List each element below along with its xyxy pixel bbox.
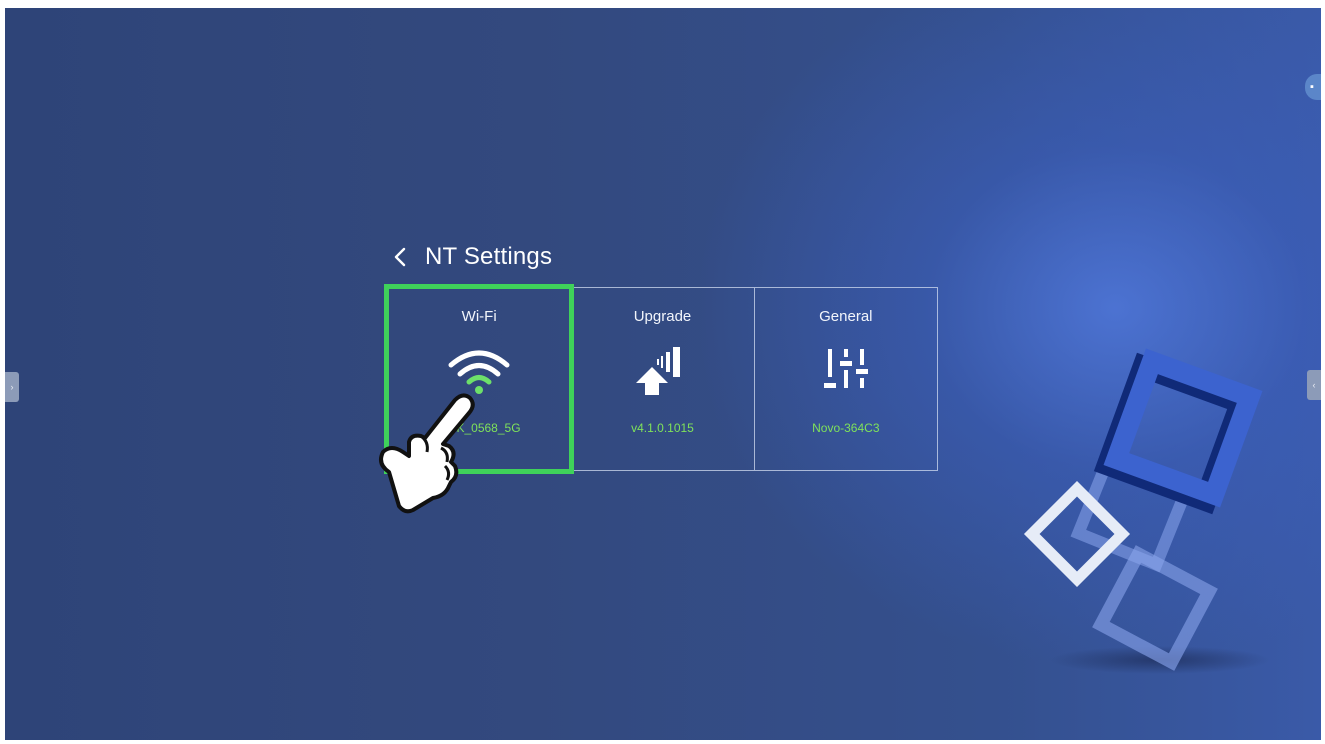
sliders-icon bbox=[814, 343, 878, 399]
tile-general-value: Novo-364C3 bbox=[812, 421, 880, 435]
right-edge-tab[interactable]: ‹ bbox=[1307, 370, 1321, 400]
settings-header: NT Settings bbox=[393, 240, 552, 274]
decorative-cubes bbox=[1023, 348, 1270, 674]
tile-wifi-label: Wi-Fi bbox=[461, 308, 497, 325]
page-title: NT Settings bbox=[425, 243, 553, 270]
chevron-left-icon bbox=[394, 247, 406, 267]
tile-upgrade[interactable]: Upgrade v4.1.0.1015 bbox=[570, 288, 753, 470]
tile-general-label: General bbox=[819, 308, 873, 325]
tile-general[interactable]: General Novo-364C3 bbox=[753, 288, 937, 470]
left-edge-tab[interactable]: › bbox=[5, 372, 19, 402]
tile-upgrade-value: v4.1.0.1015 bbox=[631, 421, 694, 435]
corner-badge-icon[interactable]: ▪ bbox=[1305, 74, 1321, 100]
back-button[interactable] bbox=[393, 242, 415, 272]
screen: › ‹ ▪ NT Settings Wi-Fi LINK_0568_5G Upg… bbox=[5, 8, 1321, 740]
upgrade-icon bbox=[630, 343, 694, 399]
tile-upgrade-label: Upgrade bbox=[633, 308, 692, 325]
pointing-hand-icon bbox=[379, 393, 475, 514]
